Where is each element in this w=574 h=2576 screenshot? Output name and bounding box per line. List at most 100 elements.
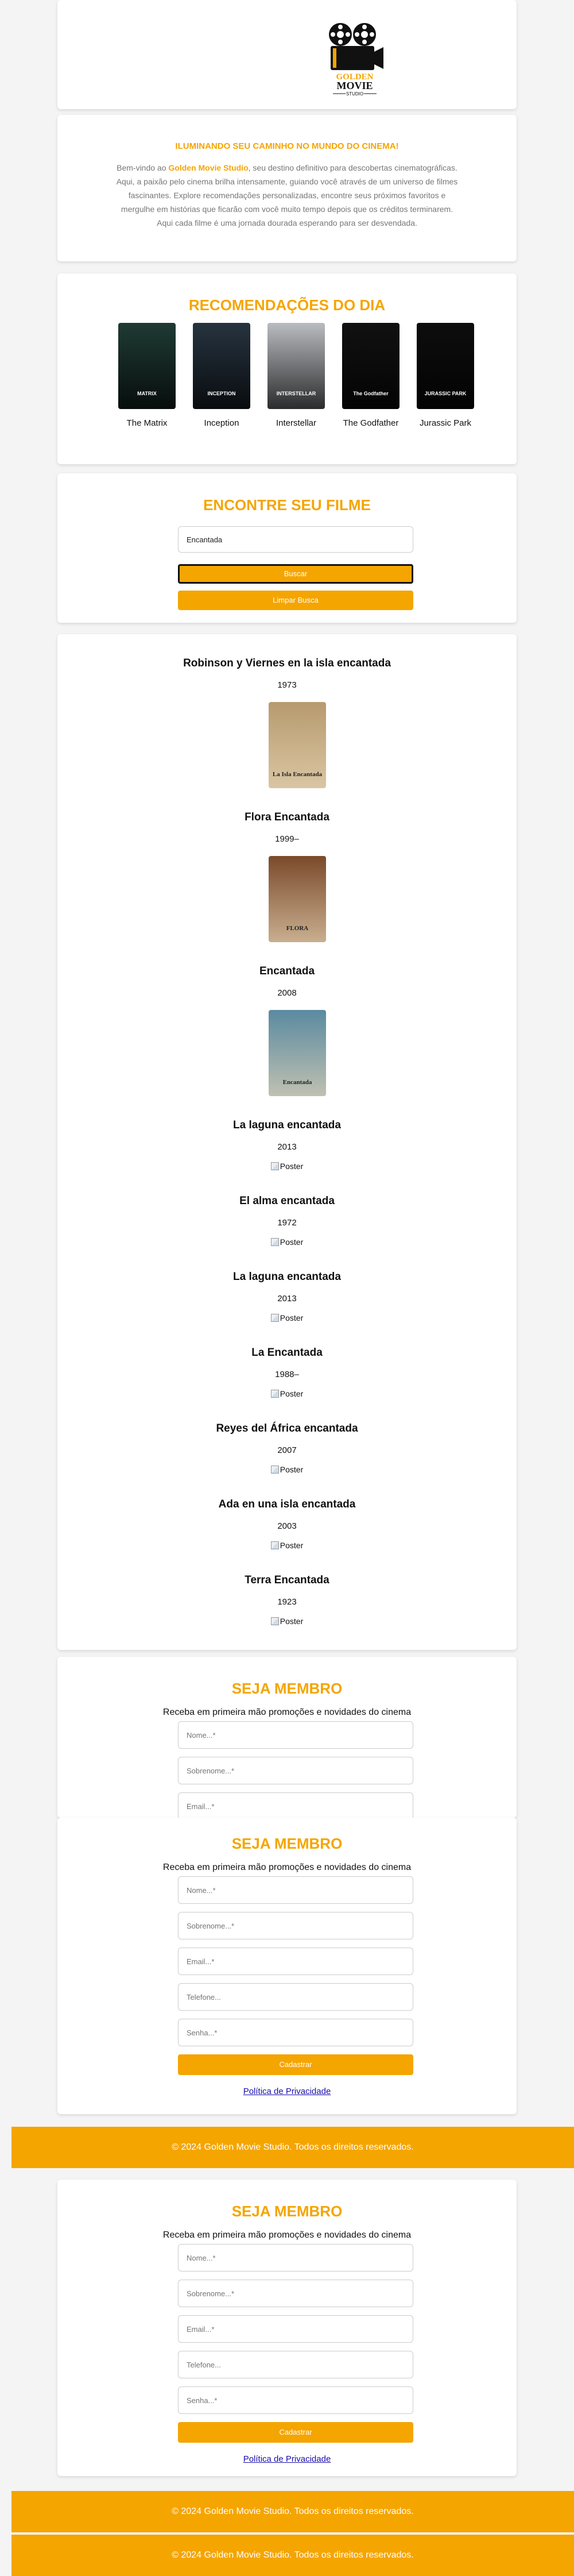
broken-image-alt: Poster xyxy=(280,1389,304,1398)
movie-poster[interactable]: JURASSIC PARK xyxy=(417,323,474,409)
poster-title: The Godfather xyxy=(353,391,389,396)
poster-title: INTERSTELLAR xyxy=(276,391,316,396)
last-name-field[interactable] xyxy=(178,2280,413,2307)
intro-text-before: Bem-vindo ao xyxy=(117,163,169,172)
recommendations-card: RECOMENDAÇÕES DO DIA MATRIX The Matrix INC… xyxy=(57,273,517,464)
clear-search-button[interactable]: Limpar Busca xyxy=(178,591,413,610)
movie-poster[interactable]: The Godfather xyxy=(342,323,400,409)
intro-text-after: , seu destino definitivo para descoberta… xyxy=(116,163,458,227)
member-subtitle: Receba em primeira mão promoções e novid… xyxy=(162,2230,412,2240)
logo-line3: STUDIO xyxy=(346,91,363,97)
broken-image-icon xyxy=(270,1541,279,1549)
logo-card: GOLDEN MOVIE STUDIO xyxy=(57,0,517,109)
broken-image-alt: Poster xyxy=(280,1313,304,1322)
privacy-policy-link[interactable]: Política de Privacidade xyxy=(57,2087,517,2096)
email-field[interactable] xyxy=(178,1948,413,1975)
result-title: La laguna encantada xyxy=(233,1119,341,1131)
recommendation-label: The Godfather xyxy=(343,418,399,428)
password-field[interactable] xyxy=(178,2019,413,2046)
recommendation-item[interactable]: INCEPTION Inception xyxy=(193,323,250,428)
first-name-field[interactable] xyxy=(178,1876,413,1904)
recommendation-label: Jurassic Park xyxy=(419,418,472,428)
recommendation-item[interactable]: JURASSIC PARK Jurassic Park xyxy=(417,323,474,428)
broken-image-alt: Poster xyxy=(280,1617,304,1626)
phone-field[interactable] xyxy=(178,2351,413,2378)
first-name-field[interactable] xyxy=(178,2244,413,2272)
broken-image-alt: Poster xyxy=(280,1465,304,1474)
password-field[interactable] xyxy=(178,2386,413,2414)
result-title: La Encantada xyxy=(251,1347,323,1359)
broken-image-icon xyxy=(270,1314,279,1322)
recommendation-item[interactable]: The Godfather The Godfather xyxy=(342,323,400,428)
movie-poster[interactable]: MATRIX xyxy=(118,323,176,409)
last-name-field[interactable] xyxy=(178,1757,413,1784)
result-poster: FLORA xyxy=(269,856,326,942)
result-year: 1923 xyxy=(277,1597,297,1607)
result-poster-broken: Poster xyxy=(57,1237,517,1247)
register-button[interactable]: Cadastrar xyxy=(178,2422,413,2443)
privacy-policy-link[interactable]: Política de Privacidade xyxy=(57,2454,517,2464)
member-card-1: SEJA MEMBRO Receba em primeira mão promo… xyxy=(57,1657,517,1818)
register-button[interactable]: Cadastrar xyxy=(178,2054,413,2075)
result-year: 2008 xyxy=(277,988,297,998)
member-card-2: SEJA MEMBRO Receba em primeira mão promo… xyxy=(57,1818,517,2114)
intro-title: ILUMINANDO SEU CAMINHO NO MUNDO DO CINEM… xyxy=(175,141,399,151)
result-poster-broken: Poster xyxy=(57,1465,517,1474)
last-name-field[interactable] xyxy=(178,1912,413,1939)
results-card: Robinson y Viernes en la isla encantada 1… xyxy=(57,634,517,1650)
search-input[interactable] xyxy=(178,526,413,553)
phone-field[interactable] xyxy=(178,1983,413,2011)
recommendation-item[interactable]: MATRIX The Matrix xyxy=(118,323,176,428)
logo-line2: MOVIE xyxy=(337,80,373,91)
search-title: ENCONTRE SEU FILME xyxy=(203,496,371,514)
member-card-3: SEJA MEMBRO Receba em primeira mão promo… xyxy=(57,2180,517,2476)
poster-title: FLORA xyxy=(286,925,309,932)
broken-image-icon xyxy=(270,1162,279,1170)
broken-image-icon xyxy=(270,1466,279,1474)
result-poster: La Isla Encantada xyxy=(269,702,326,788)
broken-image-icon xyxy=(270,1390,279,1398)
broken-image-alt: Poster xyxy=(280,1541,304,1550)
recommendation-item[interactable]: INTERSTELLAR Interstellar xyxy=(267,323,325,428)
poster-title: Encantada xyxy=(282,1079,312,1086)
email-field[interactable] xyxy=(178,2315,413,2343)
intro-card: ILUMINANDO SEU CAMINHO NO MUNDO DO CINEM… xyxy=(57,115,517,261)
result-poster-broken: Poster xyxy=(57,1617,517,1626)
poster-title: JURASSIC PARK xyxy=(424,391,467,396)
member-title: SEJA MEMBRO xyxy=(231,1835,343,1852)
movie-poster[interactable]: INTERSTELLAR xyxy=(267,323,325,409)
result-year: 1988– xyxy=(275,1370,299,1379)
member-title: SEJA MEMBRO xyxy=(231,2203,343,2220)
recommendations-title: RECOMENDAÇÕES DO DIA xyxy=(188,296,386,314)
result-title: Reyes del África encantada xyxy=(216,1422,358,1434)
result-poster-broken: Poster xyxy=(57,1541,517,1550)
result-title: Robinson y Viernes en la isla encantada xyxy=(183,657,391,669)
broken-image-alt: Poster xyxy=(280,1237,304,1247)
movie-poster[interactable]: INCEPTION xyxy=(193,323,250,409)
result-title: El alma encantada xyxy=(239,1195,335,1207)
result-year: 2013 xyxy=(277,1142,297,1152)
broken-image-icon xyxy=(270,1238,279,1246)
result-title: Encantada xyxy=(259,965,315,977)
email-field[interactable] xyxy=(178,1792,413,1818)
search-card: ENCONTRE SEU FILME Buscar Limpar Busca xyxy=(57,473,517,623)
recommendation-label: The Matrix xyxy=(126,418,168,428)
result-poster-broken: Poster xyxy=(57,1313,517,1322)
member-subtitle: Receba em primeira mão promoções e novid… xyxy=(162,1862,412,1872)
result-poster-broken: Poster xyxy=(57,1389,517,1398)
result-year: 1972 xyxy=(277,1218,297,1228)
recommendation-label: Inception xyxy=(204,418,239,428)
poster-title: INCEPTION xyxy=(207,391,236,396)
footer: © 2024 Golden Movie Studio. Todos os dir… xyxy=(11,2127,574,2168)
intro-brand-name: Golden Movie Studio xyxy=(168,163,249,172)
broken-image-icon xyxy=(270,1617,279,1625)
footer: © 2024 Golden Movie Studio. Todos os dir… xyxy=(11,2535,574,2576)
result-title: Terra Encantada xyxy=(245,1574,329,1586)
first-name-field[interactable] xyxy=(178,1721,413,1749)
member-subtitle: Receba em primeira mão promoções e novid… xyxy=(162,1707,412,1717)
search-button[interactable]: Buscar xyxy=(178,564,413,584)
film-projector-logo-icon: GOLDEN MOVIE STUDIO xyxy=(329,23,383,97)
result-year: 2007 xyxy=(277,1445,297,1455)
result-year: 1999– xyxy=(275,834,299,844)
result-title: Flora Encantada xyxy=(245,811,329,823)
